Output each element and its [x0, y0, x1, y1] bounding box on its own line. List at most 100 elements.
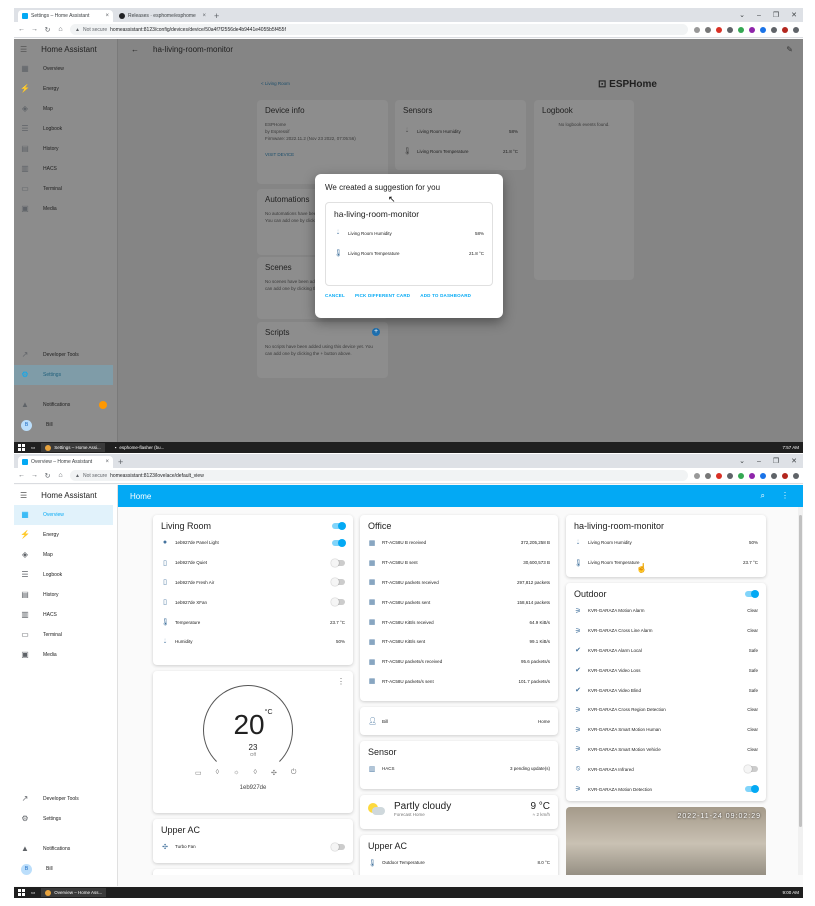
- entity-toggle[interactable]: [331, 598, 345, 607]
- entity-row[interactable]: ⚞ KVR-GARAZA Motion Alarm Clear: [574, 601, 758, 621]
- reload-icon[interactable]: ↻: [44, 26, 51, 34]
- reload-icon[interactable]: ↻: [44, 472, 51, 480]
- sidebar-item-terminal[interactable]: ▭ Terminal: [14, 179, 113, 199]
- close-window-icon[interactable]: ✕: [791, 456, 797, 468]
- sensor-row[interactable]: 💧︎ Living Room Humidity 58%: [403, 121, 518, 141]
- sidebar-item-overview[interactable]: ▦ Overview: [14, 505, 113, 525]
- cancel-button[interactable]: CANCEL: [325, 293, 345, 298]
- browser-tab-releases[interactable]: Releases · esphome/esphome ×: [115, 10, 210, 22]
- sidebar-item-notifications[interactable]: ▲ Notifications: [14, 395, 113, 415]
- entity-toggle[interactable]: [745, 785, 759, 794]
- minimize-icon[interactable]: –: [757, 456, 761, 468]
- entity-row[interactable]: 🌡︎ Temperature 23.7 °C: [161, 612, 345, 632]
- entity-row[interactable]: 💧︎ Living Room Humidity 50%: [574, 533, 758, 553]
- entity-row[interactable]: ▦ RT-AC58U B sent 30,600,573 B: [368, 553, 550, 573]
- home-icon[interactable]: ⌂: [57, 472, 64, 479]
- new-tab-icon[interactable]: +: [214, 10, 219, 22]
- taskbar-item-flasher[interactable]: ▪ esphome-flasher (bu...: [111, 443, 169, 452]
- add-to-dashboard-button[interactable]: ADD TO DASHBOARD: [420, 293, 471, 298]
- entity-row[interactable]: ▦ RT-AC58U B received 372,205,258 B: [368, 533, 550, 553]
- maximize-icon[interactable]: ❐: [773, 456, 779, 468]
- entity-row[interactable]: 💧︎ Humidity 50%: [161, 632, 345, 652]
- sidebar-item-hacs[interactable]: ▥ HACS: [14, 159, 113, 179]
- sun-mode-icon[interactable]: ☼: [233, 769, 239, 777]
- entity-row[interactable]: 👤︎ Bill Home: [368, 713, 550, 729]
- browser-tab-settings[interactable]: Settings – Home Assistant ×: [18, 10, 113, 22]
- entity-row[interactable]: ▯ 1eb927de Fresh Air: [161, 573, 345, 593]
- entity-row[interactable]: ▦ RT-AC58U packets received 297,812 packet…: [368, 573, 550, 593]
- entity-toggle[interactable]: [331, 842, 345, 851]
- weather-card[interactable]: Partly cloudy Forecast Home 9 °C ≈ 2 km/…: [360, 795, 558, 829]
- search-icon[interactable]: ⌕: [761, 491, 765, 501]
- entity-row[interactable]: ✔ KVR-GARAZA Video Loss Safe: [574, 660, 758, 680]
- sensor-row[interactable]: 🌡︎ Living Room Temperature 21.8 °C: [403, 141, 518, 161]
- sidebar-item-settings[interactable]: ⚙ Settings: [14, 809, 113, 829]
- extension-blue-icon[interactable]: [760, 472, 766, 479]
- entity-row[interactable]: ▦ RT-AC58U packets/s received 95.6 packets…: [368, 652, 550, 672]
- entity-row[interactable]: ⚞ KVR-GARAZA Cross Line Alarm Clear: [574, 621, 758, 641]
- sidebar-item-logbook[interactable]: ☰ Logbook: [14, 119, 113, 139]
- entity-row[interactable]: ⚞ KVR-GARAZA Cross Region Detection Clear: [574, 700, 758, 720]
- home-icon[interactable]: ⌂: [57, 26, 64, 33]
- entity-row[interactable]: ▦ RT-AC58U packets/s sent 101.7 packets/s: [368, 672, 550, 692]
- sidebar-item-user[interactable]: B Bill: [14, 859, 113, 879]
- entity-toggle[interactable]: [744, 765, 758, 774]
- entity-row[interactable]: 🌡︎ Living Room Temperature 23.7 °C: [574, 553, 758, 573]
- profile-icon[interactable]: [782, 472, 788, 479]
- sidebar-item-energy[interactable]: ⚡ Energy: [14, 79, 113, 99]
- sidebar-item-history[interactable]: ▤ History: [14, 139, 113, 159]
- entity-toggle[interactable]: [332, 538, 346, 547]
- windows-start-icon[interactable]: [18, 889, 25, 896]
- sidebar-item-notifications[interactable]: ▲ Notifications: [14, 839, 113, 859]
- extension-red-icon[interactable]: [716, 472, 722, 479]
- camera-feed[interactable]: 2022-11-24 09:02:29: [566, 807, 766, 875]
- entity-row[interactable]: ⦸ KVR-GARAZA Infrared: [574, 759, 758, 779]
- entity-row[interactable]: ▦ RT-AC58U KiB/s received 64.9 KiB/s: [368, 612, 550, 632]
- close-tab-icon[interactable]: ×: [105, 459, 109, 465]
- url-field[interactable]: ▲ Not secure homeassistant:8123/lovelace…: [70, 470, 688, 481]
- fan-mode-icon[interactable]: ✣: [271, 769, 277, 777]
- sidebar-item-map[interactable]: ◈ Map: [14, 545, 113, 565]
- new-tab-icon[interactable]: +: [118, 456, 123, 468]
- entity-row[interactable]: ✣ Turbo Fan: [161, 837, 345, 857]
- sidebar-item-media[interactable]: ▣ Media: [14, 199, 113, 219]
- sidebar-item-media[interactable]: ▣ Media: [14, 645, 113, 665]
- entity-row[interactable]: ▥ HACS 3 pending update(s): [368, 759, 550, 779]
- extension-red-icon[interactable]: [716, 26, 722, 33]
- more-options-icon[interactable]: ⋮: [337, 677, 345, 686]
- profile-icon[interactable]: [782, 26, 788, 33]
- extension-purple-icon[interactable]: [749, 26, 755, 33]
- extensions-puzzle-icon[interactable]: [771, 472, 777, 479]
- edit-pencil-icon[interactable]: ✎: [786, 45, 793, 54]
- back-icon[interactable]: ←: [18, 472, 25, 479]
- back-arrow-icon[interactable]: ←: [131, 45, 139, 54]
- chrome-menu-icon[interactable]: [793, 472, 799, 479]
- power-icon[interactable]: ⏻: [291, 769, 297, 777]
- add-script-icon[interactable]: +: [372, 328, 380, 336]
- sidebar-item-developer-tools[interactable]: ↗ Developer Tools: [14, 789, 113, 809]
- windows-start-icon[interactable]: [18, 444, 25, 451]
- minimize-icon[interactable]: –: [757, 10, 761, 22]
- sidebar-item-user[interactable]: B Bill: [14, 415, 113, 435]
- entity-row[interactable]: ⚞ KVR-GARAZA Motion Detection: [574, 779, 759, 799]
- menu-icon[interactable]: ☰: [20, 491, 27, 500]
- close-tab-icon[interactable]: ×: [202, 13, 206, 19]
- extension-blue-icon[interactable]: [760, 26, 766, 33]
- entity-toggle[interactable]: [331, 578, 345, 587]
- chrome-menu-icon[interactable]: [793, 26, 799, 33]
- entity-row[interactable]: ▯ 1eb927de Quiet: [161, 553, 345, 573]
- extension-filter-icon[interactable]: [727, 472, 733, 479]
- extension-green-icon[interactable]: [738, 472, 744, 479]
- close-tab-icon[interactable]: ×: [105, 13, 109, 19]
- sidebar-item-terminal[interactable]: ▭ Terminal: [14, 625, 113, 645]
- entity-row[interactable]: ✔ KVR-GARAZA Video Blind Safe: [574, 680, 758, 700]
- url-field[interactable]: ▲ Not secure homeassistant:8123/config/d…: [70, 24, 688, 35]
- scrollbar-thumb[interactable]: [799, 515, 802, 827]
- water-mode-icon[interactable]: ◊: [216, 769, 219, 777]
- forward-icon[interactable]: →: [31, 472, 38, 479]
- task-view-icon[interactable]: ▭: [31, 890, 35, 896]
- entity-row[interactable]: ⚞ KVR-GARAZA Smart Motion Vehicle Clear: [574, 740, 758, 760]
- sidebar-item-logbook[interactable]: ☰ Logbook: [14, 565, 113, 585]
- calendar-mode-icon[interactable]: ▭: [195, 769, 202, 777]
- page-scrollbar[interactable]: [798, 507, 803, 875]
